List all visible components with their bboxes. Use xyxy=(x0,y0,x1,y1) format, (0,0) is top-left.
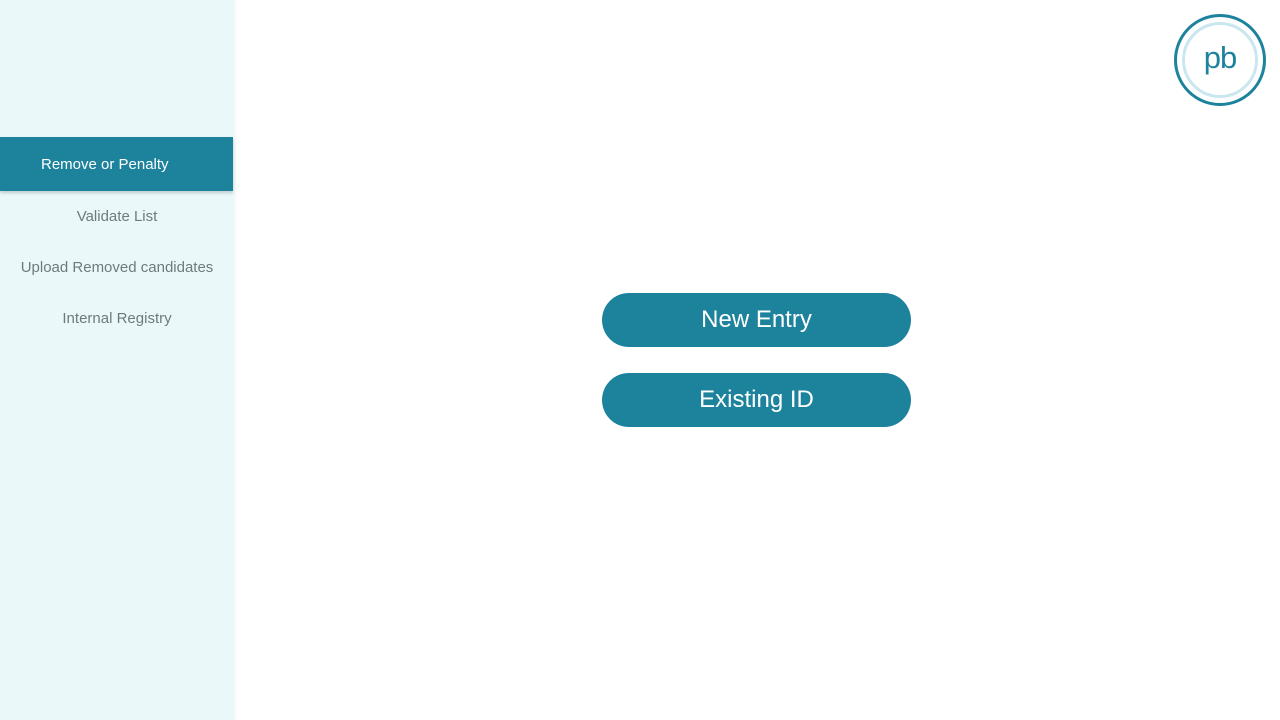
new-entry-button[interactable]: New Entry xyxy=(602,293,911,347)
app-root: Remove or Penalty Validate List Upload R… xyxy=(0,0,1280,720)
existing-id-button[interactable]: Existing ID xyxy=(602,373,911,427)
sidebar-item-remove-or-penalty[interactable]: Remove or Penalty xyxy=(0,137,233,191)
sidebar-item-label: Remove or Penalty xyxy=(41,155,169,173)
sidebar-item-label: Validate List xyxy=(76,208,158,225)
sidebar-item-label: Upload Removed candidates xyxy=(20,259,214,276)
pb-logo-icon: pb xyxy=(1174,14,1266,106)
sidebar-item-upload-removed-candidates[interactable]: Upload Removed candidates xyxy=(0,242,234,293)
sidebar-item-label: Internal Registry xyxy=(62,310,172,327)
logo-inner-ring: pb xyxy=(1182,22,1258,98)
sidebar: Remove or Penalty Validate List Upload R… xyxy=(0,0,234,720)
sidebar-item-validate-list[interactable]: Validate List xyxy=(0,191,234,242)
sidebar-item-internal-registry[interactable]: Internal Registry xyxy=(0,293,234,344)
sidebar-nav: Remove or Penalty Validate List Upload R… xyxy=(0,137,234,344)
logo-text: pb xyxy=(1203,40,1237,75)
